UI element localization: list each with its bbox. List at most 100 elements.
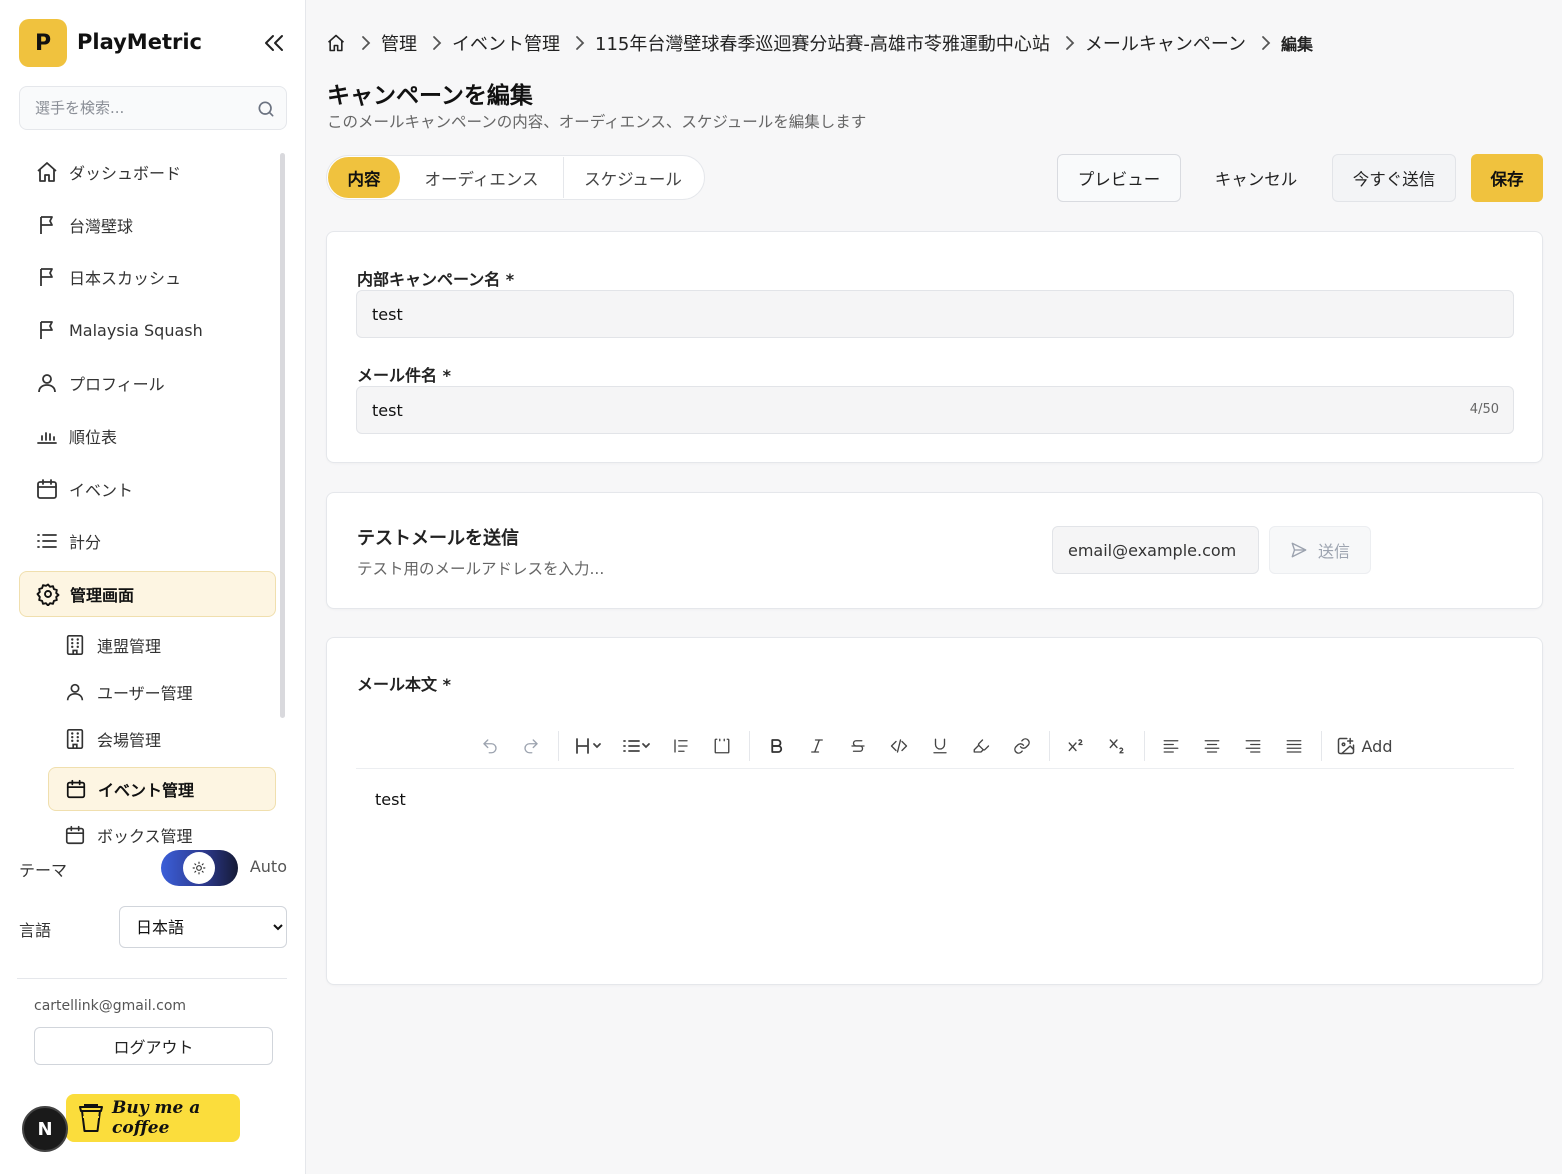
underline-icon[interactable] — [920, 729, 961, 763]
nav-item-japan-squash[interactable]: 日本スカッシュ — [19, 254, 276, 300]
buy-me-a-coffee-button[interactable]: Buy me a coffee — [66, 1094, 240, 1142]
subject-input[interactable]: test 4/50 — [356, 386, 1514, 434]
sidebar: P PlayMetric ダッシュボード 台灣壁球 日本スカッシュ Malays… — [0, 0, 306, 1174]
sub-item-label: 連盟管理 — [97, 637, 162, 656]
add-image-label: Add — [1361, 736, 1393, 756]
breadcrumb-email-campaigns[interactable]: メールキャンペーン — [1085, 30, 1246, 56]
align-center-icon[interactable] — [1192, 729, 1233, 763]
subject-label: メール件名 * — [357, 366, 451, 385]
breadcrumb-event[interactable]: 115年台灣壁球春季巡迴賽分站賽-高雄市苓雅運動中心站 — [595, 30, 1050, 56]
building-icon — [63, 727, 87, 751]
send-now-button[interactable]: 今すぐ送信 — [1332, 154, 1456, 202]
sub-item-label: ユーザー管理 — [97, 684, 193, 703]
blockquote-icon[interactable] — [661, 729, 702, 763]
brand: P PlayMetric — [19, 19, 287, 67]
home-icon[interactable] — [326, 33, 346, 53]
tab-list: 内容 オーディエンス スケジュール — [326, 155, 705, 200]
nav-item-scoring[interactable]: 計分 — [19, 518, 276, 564]
superscript-icon[interactable] — [1056, 729, 1097, 763]
undo-icon[interactable] — [470, 729, 511, 763]
align-left-icon[interactable] — [1151, 729, 1192, 763]
sub-item-label: ボックス管理 — [97, 827, 193, 846]
test-send-button[interactable]: 送信 — [1269, 526, 1371, 574]
tab-content[interactable]: 内容 — [328, 157, 400, 198]
user-icon — [35, 371, 59, 395]
nav-label: 計分 — [69, 533, 102, 552]
link-icon[interactable] — [1002, 729, 1043, 763]
nav-label: ダッシュボード — [69, 164, 182, 183]
save-button[interactable]: 保存 — [1471, 154, 1543, 202]
nav-label: イベント — [69, 481, 134, 500]
user-icon — [63, 680, 87, 704]
user-email: cartellink@gmail.com — [34, 998, 187, 1014]
theme-value: Auto — [249, 857, 287, 876]
theme-toggle[interactable] — [161, 850, 238, 886]
toolbar-divider — [557, 731, 559, 761]
chevron-right-icon — [1064, 35, 1076, 51]
email-body-label: メール本文 * — [357, 675, 451, 694]
add-image-button[interactable]: Add — [1328, 729, 1401, 763]
nextjs-badge[interactable]: N — [22, 1106, 68, 1152]
heading-dropdown-icon[interactable] — [565, 729, 613, 763]
highlighter-icon[interactable] — [961, 729, 1002, 763]
theme-row: テーマ Auto — [19, 850, 287, 886]
bold-icon[interactable] — [756, 729, 797, 763]
player-search[interactable] — [19, 86, 287, 130]
search-icon[interactable] — [256, 99, 276, 119]
align-justify-icon[interactable] — [1274, 729, 1315, 763]
sub-item-venues[interactable]: 会場管理 — [48, 717, 276, 761]
nav-label: プロフィール — [69, 375, 165, 394]
sidebar-scrollbar[interactable] — [280, 153, 285, 718]
nav-item-profile[interactable]: プロフィール — [19, 360, 276, 406]
tab-schedule[interactable]: スケジュール — [564, 157, 702, 198]
test-email-subtitle: テスト用のメールアドレスを入力... — [357, 560, 605, 578]
code-block-icon[interactable] — [702, 729, 743, 763]
nav-label: Malaysia Squash — [69, 320, 203, 340]
sun-icon — [183, 852, 215, 884]
calendar-icon — [35, 477, 59, 501]
inline-code-icon[interactable] — [879, 729, 920, 763]
strikethrough-icon[interactable] — [838, 729, 879, 763]
internal-name-input[interactable]: test — [356, 290, 1514, 338]
logout-button[interactable]: ログアウト — [34, 1027, 273, 1065]
collapse-sidebar-icon[interactable] — [261, 31, 287, 55]
bar-chart-icon — [35, 424, 59, 448]
sub-item-label: 会場管理 — [97, 731, 162, 750]
align-right-icon[interactable] — [1233, 729, 1274, 763]
list-icon — [35, 529, 59, 553]
breadcrumb-current: 編集 — [1280, 35, 1313, 54]
image-plus-icon — [1336, 736, 1362, 756]
sub-item-label: イベント管理 — [98, 781, 195, 800]
sub-item-event-management[interactable]: イベント管理 — [48, 767, 276, 811]
subscript-icon[interactable] — [1097, 729, 1138, 763]
calendar-icon — [64, 777, 88, 801]
nav-item-malaysia-squash[interactable]: Malaysia Squash — [19, 307, 276, 353]
chevron-right-icon — [431, 35, 443, 51]
language-select[interactable]: 日本語 — [119, 906, 287, 948]
sub-item-federations[interactable]: 連盟管理 — [48, 623, 276, 667]
toolbar-divider — [748, 731, 750, 761]
list-dropdown-icon[interactable] — [613, 729, 661, 763]
email-body-editor[interactable]: test — [375, 790, 406, 809]
search-input[interactable] — [20, 87, 240, 129]
internal-name-value: test — [372, 304, 403, 324]
nav-item-events[interactable]: イベント — [19, 466, 276, 512]
italic-icon[interactable] — [797, 729, 838, 763]
app-name: PlayMetric — [77, 30, 202, 54]
nav-item-rankings[interactable]: 順位表 — [19, 413, 276, 459]
sub-item-users[interactable]: ユーザー管理 — [48, 670, 276, 714]
nav-label: 順位表 — [69, 428, 118, 447]
redo-icon[interactable] — [511, 729, 552, 763]
tab-audience[interactable]: オーディエンス — [400, 157, 564, 198]
nav-item-taiwan-squash[interactable]: 台灣壁球 — [19, 202, 276, 248]
email-body-card: メール本文 * Add test — [326, 637, 1543, 985]
preview-button[interactable]: プレビュー — [1057, 154, 1181, 202]
breadcrumb-admin[interactable]: 管理 — [381, 30, 417, 56]
nav-item-dashboard[interactable]: ダッシュボード — [19, 149, 276, 195]
toolbar-divider — [1143, 731, 1145, 761]
test-email-input[interactable]: email@example.com — [1052, 526, 1259, 574]
nav-item-admin[interactable]: 管理画面 — [19, 571, 276, 617]
cancel-button[interactable]: キャンセル — [1196, 154, 1316, 202]
breadcrumb-event-management[interactable]: イベント管理 — [452, 30, 560, 56]
app-logo[interactable]: P — [19, 19, 67, 67]
